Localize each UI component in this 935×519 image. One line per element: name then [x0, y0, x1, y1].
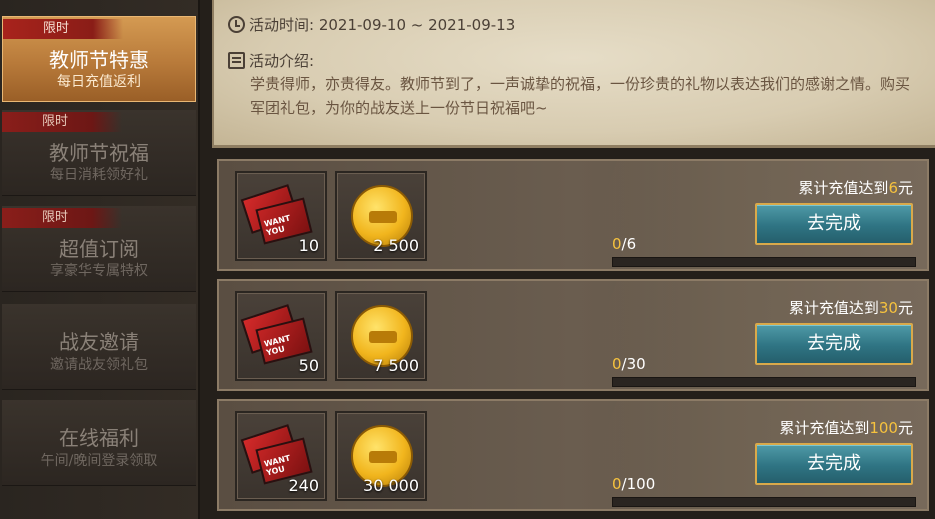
event-intro-heading: 活动介绍: — [228, 50, 314, 71]
recharge-target: 累计充值达到6元 — [798, 179, 913, 197]
reward-row: 10 2 500 累计充值达到6元 去完成 0/6 — [217, 159, 929, 271]
coin-count: 30 000 — [363, 476, 419, 495]
sidebar-item-title: 教师节特惠 — [49, 48, 149, 72]
coin-count: 7 500 — [373, 356, 419, 375]
go-complete-button[interactable]: 去完成 — [755, 323, 913, 365]
ticket-count: 50 — [298, 356, 319, 375]
sidebar-item-title: 在线福利 — [59, 426, 139, 450]
progress-text: 0/100 — [612, 475, 656, 493]
ticket-count: 10 — [298, 236, 319, 255]
progress-text: 0/30 — [612, 355, 646, 373]
progress-bar — [612, 257, 916, 267]
sidebar-item-title: 超值订阅 — [59, 237, 139, 261]
coin-reward-slot[interactable]: 2 500 — [335, 171, 427, 261]
ticket-reward-slot[interactable]: 50 — [235, 291, 327, 381]
sidebar-item-teachers-day-sale[interactable]: 限时 教师节特惠 每日充值返利 — [2, 16, 196, 102]
event-time: 活动时间: 2021-09-10 ~ 2021-09-13 — [228, 14, 515, 35]
limited-tag: 限时 — [3, 19, 123, 39]
sidebar-item-title: 教师节祝福 — [49, 141, 149, 165]
sidebar-item-subscription[interactable]: 限时 超值订阅 享豪华专属特权 — [2, 206, 196, 292]
ticket-reward-slot[interactable]: 240 — [235, 411, 327, 501]
reward-row: 50 7 500 累计充值达到30元 去完成 0/30 — [217, 279, 929, 391]
document-icon — [228, 52, 245, 69]
progress-bar — [612, 497, 916, 507]
sidebar: 限时 教师节特惠 每日充值返利 限时 教师节祝福 每日消耗领好礼 限时 超值订阅… — [0, 0, 200, 519]
progress-bar — [612, 377, 916, 387]
event-time-text: 活动时间: 2021-09-10 ~ 2021-09-13 — [249, 16, 516, 34]
sidebar-item-online-rewards[interactable]: 在线福利 午间/晚间登录领取 — [2, 400, 196, 486]
reward-row: 240 30 000 累计充值达到100元 去完成 0/100 — [217, 399, 929, 511]
sidebar-item-title: 战友邀请 — [59, 330, 139, 354]
sidebar-item-subtitle: 享豪华专属特权 — [50, 263, 148, 279]
sidebar-item-teachers-day-blessing[interactable]: 限时 教师节祝福 每日消耗领好礼 — [2, 110, 196, 196]
coin-count: 2 500 — [373, 236, 419, 255]
limited-tag: 限时 — [2, 208, 122, 228]
limited-tag: 限时 — [2, 112, 122, 132]
sidebar-item-invite-friends[interactable]: 战友邀请 邀请战友领礼包 — [2, 304, 196, 390]
sidebar-item-subtitle: 每日充值返利 — [57, 74, 141, 90]
event-intro-label: 活动介绍: — [249, 52, 315, 70]
go-complete-button[interactable]: 去完成 — [755, 203, 913, 245]
event-info-panel: 活动时间: 2021-09-10 ~ 2021-09-13 活动介绍: 学贵得师… — [212, 0, 935, 148]
clock-icon — [228, 16, 245, 33]
recharge-target: 累计充值达到100元 — [779, 419, 913, 437]
coin-reward-slot[interactable]: 7 500 — [335, 291, 427, 381]
ticket-count: 240 — [288, 476, 319, 495]
go-complete-button[interactable]: 去完成 — [755, 443, 913, 485]
ticket-reward-slot[interactable]: 10 — [235, 171, 327, 261]
sidebar-item-subtitle: 邀请战友领礼包 — [50, 357, 148, 373]
recharge-target: 累计充值达到30元 — [788, 299, 913, 317]
progress-text: 0/6 — [612, 235, 637, 253]
sidebar-item-subtitle: 午间/晚间登录领取 — [40, 453, 158, 469]
coin-reward-slot[interactable]: 30 000 — [335, 411, 427, 501]
event-intro-text: 学贵得师，亦贵得友。教师节到了，一声诚挚的祝福，一份珍贵的礼物以表达我们的感谢之… — [250, 75, 911, 117]
sidebar-item-subtitle: 每日消耗领好礼 — [50, 167, 148, 183]
